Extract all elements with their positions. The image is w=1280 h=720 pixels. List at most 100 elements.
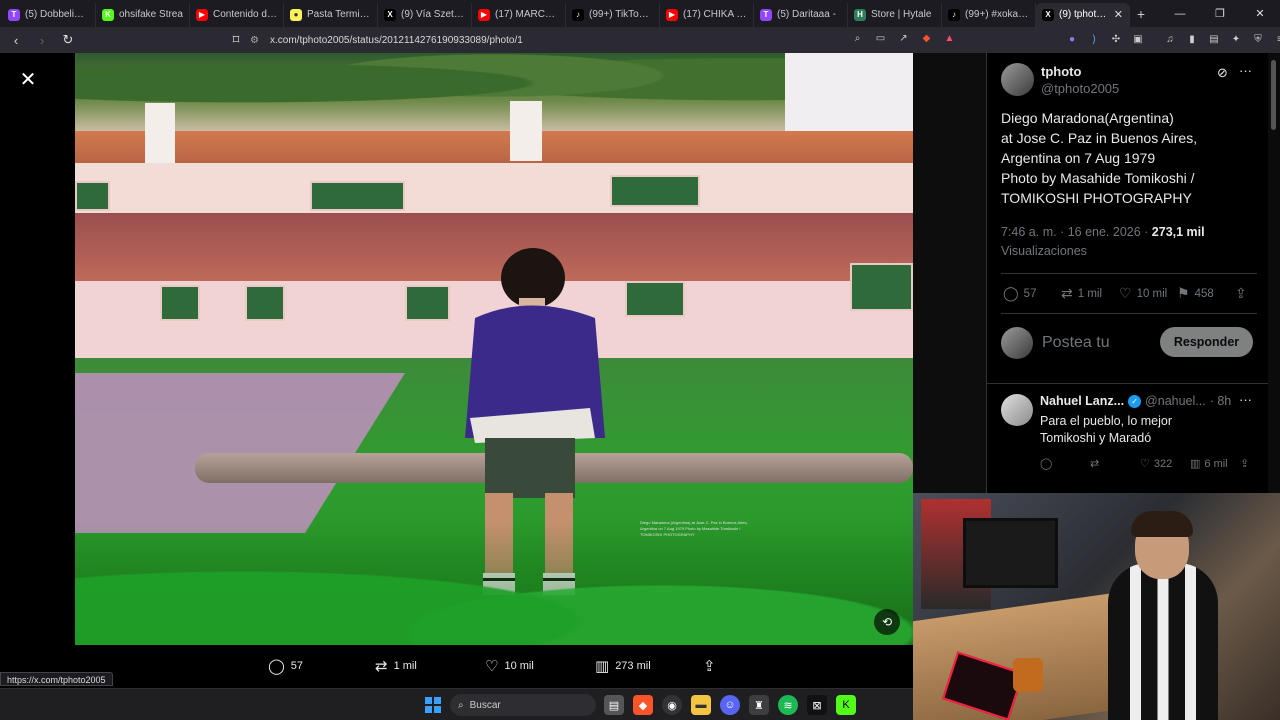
reload-icon[interactable]: ↻ — [58, 30, 78, 50]
browser-tab[interactable]: T (5) Dobbeling - T — [2, 2, 96, 27]
browser-tab[interactable]: ▶ Contenido del ca — [190, 2, 284, 27]
photo-wall-upper — [75, 163, 913, 219]
capcut-icon[interactable]: ⊠ — [807, 695, 827, 715]
tab-favicon-icon: ▶ — [666, 8, 678, 21]
repost-button[interactable]: ⇄ 1 mil — [1061, 285, 1102, 302]
post-actions: ◯ 57 ⇄ 1 mil ♡ 10 mil ⚑ 458 ⇪ — [1001, 285, 1257, 303]
windows-start-icon[interactable] — [425, 697, 441, 713]
browser-tab[interactable]: ♪ (99+) #xokasouto — [942, 2, 1036, 27]
browser-tab[interactable]: ▶ (17) MARCOS YT — [472, 2, 566, 27]
photo-window — [850, 263, 913, 311]
webcam-monitor — [963, 518, 1058, 588]
extension-icon[interactable]: ● — [1064, 31, 1080, 47]
repost-icon: ⇄ — [1061, 285, 1073, 301]
vpn-icon[interactable]: ⛨ — [1250, 31, 1266, 47]
reply-text: Para el pueblo, lo mejor Tomikoshi y Mar… — [1040, 414, 1173, 445]
audio-icon[interactable]: ) — [1086, 31, 1102, 47]
music-icon[interactable]: ♫ — [1162, 31, 1178, 47]
viewer-views-button[interactable]: ▥ 273 mil — [595, 657, 651, 675]
wallet-icon[interactable]: ▤ — [1206, 31, 1222, 47]
browser-tab[interactable]: ♪ (99+) TikTok - Ma — [566, 2, 660, 27]
webcam-mate-cup — [1013, 658, 1043, 692]
browser-tab[interactable]: H Store | Hytale — [848, 2, 942, 27]
sidebar-icon[interactable]: ▮ — [1184, 31, 1200, 47]
avatar[interactable] — [1001, 394, 1033, 426]
like-button[interactable]: ♡ 10 mil — [1119, 285, 1167, 302]
more-icon[interactable]: ··· — [1239, 63, 1252, 78]
taskbar-search[interactable]: ⌕ Buscar — [450, 694, 596, 716]
browser-tab[interactable]: X (9) Vía Szeta en X — [378, 2, 472, 27]
viewer-share-button[interactable]: ⇪ — [703, 657, 716, 675]
viewer-reply-button[interactable]: ◯ 57 — [268, 657, 303, 675]
author-handle[interactable]: @tphoto2005 — [1041, 81, 1119, 96]
puzzle-icon[interactable]: ✣ — [1108, 31, 1124, 47]
tab-favicon-icon: ● — [290, 8, 302, 21]
reply-input[interactable]: Postea tu — [1042, 334, 1110, 352]
photo-window — [610, 175, 700, 207]
reply-like-button[interactable]: ♡ 322 — [1140, 457, 1172, 471]
kick-icon[interactable]: K — [836, 695, 856, 715]
tab-label: (17) MARCOS YT — [495, 9, 559, 20]
post-timestamp[interactable]: 7:46 a. m. · 16 ene. 2026 · — [1001, 225, 1152, 239]
reply-reply-button[interactable]: ◯ — [1040, 457, 1052, 470]
cast-icon[interactable]: ▭ — [873, 31, 888, 46]
share-icon[interactable]: ↗ — [896, 31, 911, 46]
discord-icon[interactable]: ☺ — [720, 695, 740, 715]
browser-tab[interactable]: Kohsifake Strea — [96, 2, 190, 27]
grok-icon[interactable]: ⊘ — [1217, 65, 1228, 81]
app-icon[interactable]: ♜ — [749, 695, 769, 715]
zoom-icon[interactable]: ⌕ — [850, 31, 865, 46]
site-info-icon[interactable]: ⚙ — [250, 35, 264, 46]
viewer-repost-button[interactable]: ⇄ 1 mil — [375, 657, 417, 675]
reply-icon: ◯ — [1040, 458, 1053, 470]
avatar[interactable] — [1001, 63, 1034, 96]
maximize-icon[interactable]: ❐ — [1200, 0, 1240, 27]
file-explorer-icon[interactable]: ▬ — [691, 695, 711, 715]
bookmark-button[interactable]: ⚑ 458 — [1177, 285, 1214, 302]
brave-icon[interactable]: ◆ — [633, 695, 653, 715]
menu-icon[interactable]: ≡ — [1272, 31, 1280, 47]
reply-author-name[interactable]: Nahuel Lanz... — [1040, 394, 1124, 408]
back-icon[interactable]: ‹ — [6, 30, 26, 50]
task-view-icon[interactable]: ▤ — [604, 695, 624, 715]
photo-roof-upper — [75, 131, 913, 163]
browser-tab[interactable]: X (9) tphoto en X ✕ — [1036, 2, 1130, 27]
post-photo[interactable]: Diego Maradona (Argentina) at Jose C. Pa… — [75, 53, 913, 645]
tab-label: (5) Dobbeling - T — [25, 9, 89, 20]
tab-close-icon[interactable]: ✕ — [1114, 8, 1123, 21]
new-tab-button[interactable]: + — [1130, 6, 1152, 22]
close-window-icon[interactable]: ✕ — [1240, 0, 1280, 27]
close-icon[interactable]: ✕ — [14, 65, 42, 93]
reply-submit-button[interactable]: Responder — [1160, 327, 1253, 357]
browser-tab[interactable]: ● Pasta Termica Id — [284, 2, 378, 27]
leo-icon[interactable]: ✦ — [1228, 31, 1244, 47]
share-button[interactable]: ⇪ — [1235, 285, 1247, 302]
viewer-like-button[interactable]: ♡ 10 mil — [485, 657, 534, 675]
reply-share-button[interactable]: ⇪ — [1240, 457, 1249, 470]
reply-repost-button[interactable]: ⇄ — [1090, 457, 1099, 470]
spotify-icon[interactable]: ≋ — [778, 695, 798, 715]
forward-icon[interactable]: › — [32, 30, 52, 50]
browser-tab[interactable]: ▶ (17) CHIKA HIPPI — [660, 2, 754, 27]
reply-author-handle[interactable]: @nahuel... — [1145, 394, 1206, 408]
reply-button[interactable]: ◯ 57 — [1003, 285, 1036, 302]
webcam-person — [1108, 563, 1218, 720]
minimize-icon[interactable]: — — [1160, 0, 1200, 27]
browser-tab[interactable]: T (5) Daritaaa - — [754, 2, 848, 27]
bookmark-icon[interactable]: ⌑ — [226, 30, 246, 50]
scrollbar-thumb[interactable] — [1271, 60, 1276, 130]
obs-icon[interactable]: ◉ — [662, 695, 682, 715]
image-tools-icon[interactable]: ⟲ — [874, 609, 900, 635]
brave-shield-icon[interactable]: ◆ — [919, 31, 934, 46]
reply-count: 57 — [1023, 287, 1037, 300]
tab-favicon-icon: T — [760, 8, 772, 21]
photo-window — [75, 181, 110, 211]
repost-icon: ⇄ — [375, 658, 388, 675]
more-icon[interactable]: ··· — [1239, 392, 1252, 407]
reply-views-button[interactable]: ▥ 6 mil — [1190, 457, 1228, 471]
author-name[interactable]: tphoto — [1041, 64, 1081, 79]
reply-item[interactable]: Nahuel Lanz... ✓ @nahuel... · 8h ··· Par… — [987, 383, 1269, 493]
screenshot-icon[interactable]: ▣ — [1130, 31, 1146, 47]
reply-time[interactable]: · 8h — [1210, 394, 1232, 408]
rewards-icon[interactable]: ▲ — [942, 31, 957, 46]
